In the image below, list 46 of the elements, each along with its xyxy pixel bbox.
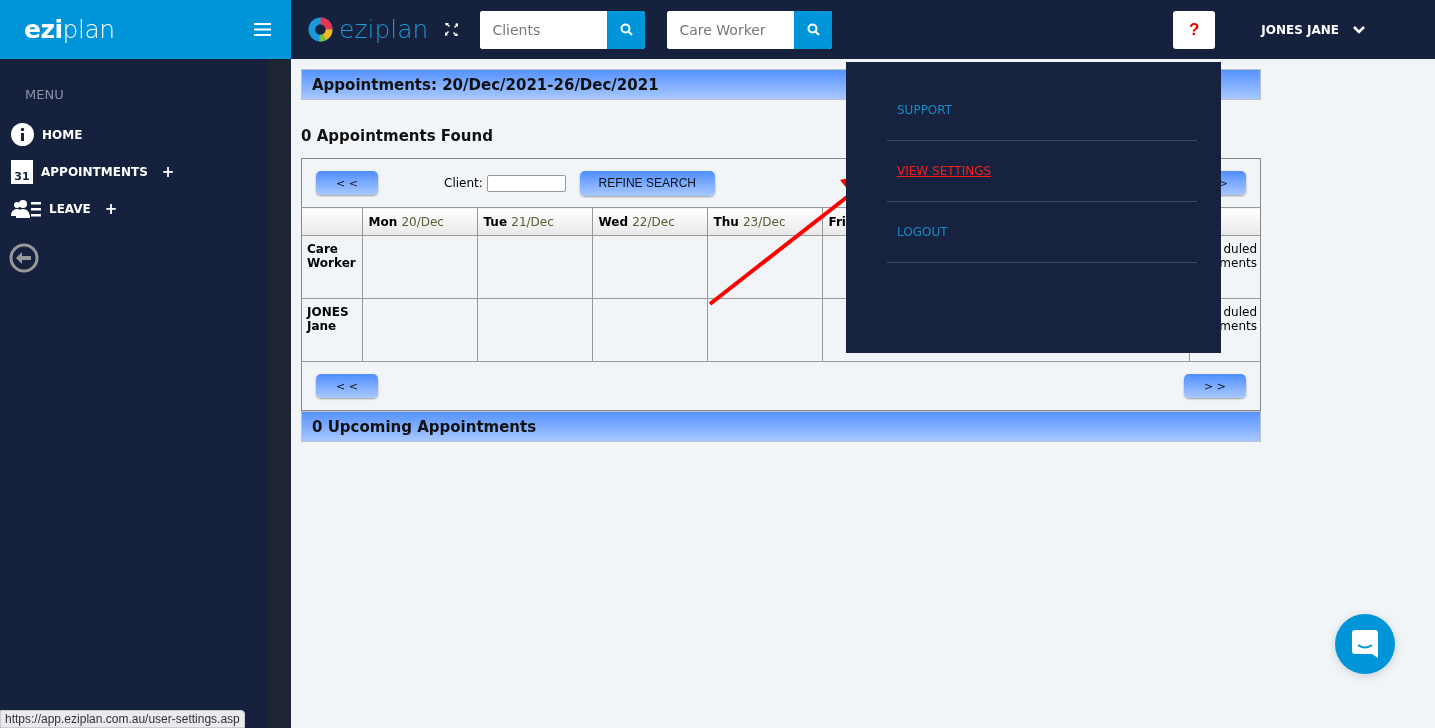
- client-label: Client:: [444, 176, 483, 190]
- help-button[interactable]: ?: [1173, 10, 1216, 49]
- search-icon: [619, 23, 633, 36]
- info-icon: [11, 123, 34, 146]
- previous-button[interactable]: < <: [316, 374, 378, 398]
- menu-heading: MENU: [25, 87, 64, 102]
- menu-item[interactable]: VIEW SETTINGS: [887, 141, 1197, 202]
- column-header: Wed 22/Dec: [592, 207, 707, 236]
- people-icon: [11, 199, 41, 218]
- logo-icon: [308, 17, 333, 42]
- page-title: Appointments: 20/Dec/2021-26/Dec/2021: [312, 75, 659, 94]
- column-header: Thu 23/Dec: [707, 207, 822, 236]
- status-url: https://app.eziplan.com.au/user-settings.asp: [0, 710, 245, 728]
- logo: eziplan: [339, 15, 429, 44]
- sidebar-item[interactable]: HOME: [42, 127, 83, 142]
- row-header: Care Worker: [302, 235, 362, 299]
- column-header: Mon 20/Dec: [362, 207, 477, 236]
- next-button[interactable]: > >: [1184, 374, 1246, 398]
- search-button[interactable]: [794, 10, 833, 49]
- results-count: 0 Appointments Found: [301, 127, 493, 145]
- column-header: Tue 21/Dec: [477, 207, 592, 236]
- section-title: 0 Upcoming Appointments: [312, 417, 537, 436]
- sidebar-item[interactable]: APPOINTMENTS: [41, 164, 148, 179]
- search-field[interactable]: Clients: [480, 10, 646, 49]
- logo: eziplan: [24, 15, 115, 44]
- expand-icon[interactable]: +: [161, 162, 175, 181]
- search-icon: [806, 23, 820, 36]
- chat-icon: [1352, 630, 1378, 658]
- fullscreen-icon[interactable]: [445, 23, 459, 36]
- chat-button[interactable]: [1335, 614, 1395, 674]
- chevron-icon: [1353, 25, 1365, 34]
- row-header: JONES Jane: [302, 298, 362, 362]
- menu-item[interactable]: SUPPORT: [887, 80, 1197, 141]
- client-field[interactable]: [486, 174, 566, 192]
- back-icon[interactable]: [9, 243, 39, 273]
- menu-item[interactable]: LOGOUT: [887, 202, 1197, 263]
- previous-button[interactable]: < <: [316, 171, 378, 195]
- search-field[interactable]: Care Worker: [667, 10, 833, 49]
- user-menu[interactable]: JONES JANE: [1261, 22, 1365, 37]
- menu-icon[interactable]: [254, 23, 271, 36]
- sidebar-item[interactable]: LEAVE: [49, 201, 91, 216]
- expand-icon[interactable]: +: [104, 199, 118, 218]
- refine-search-button[interactable]: REFINE SEARCH: [579, 170, 715, 196]
- search-button[interactable]: [607, 10, 646, 49]
- calendar-icon: 31: [11, 159, 33, 184]
- header-cell: [302, 207, 362, 236]
